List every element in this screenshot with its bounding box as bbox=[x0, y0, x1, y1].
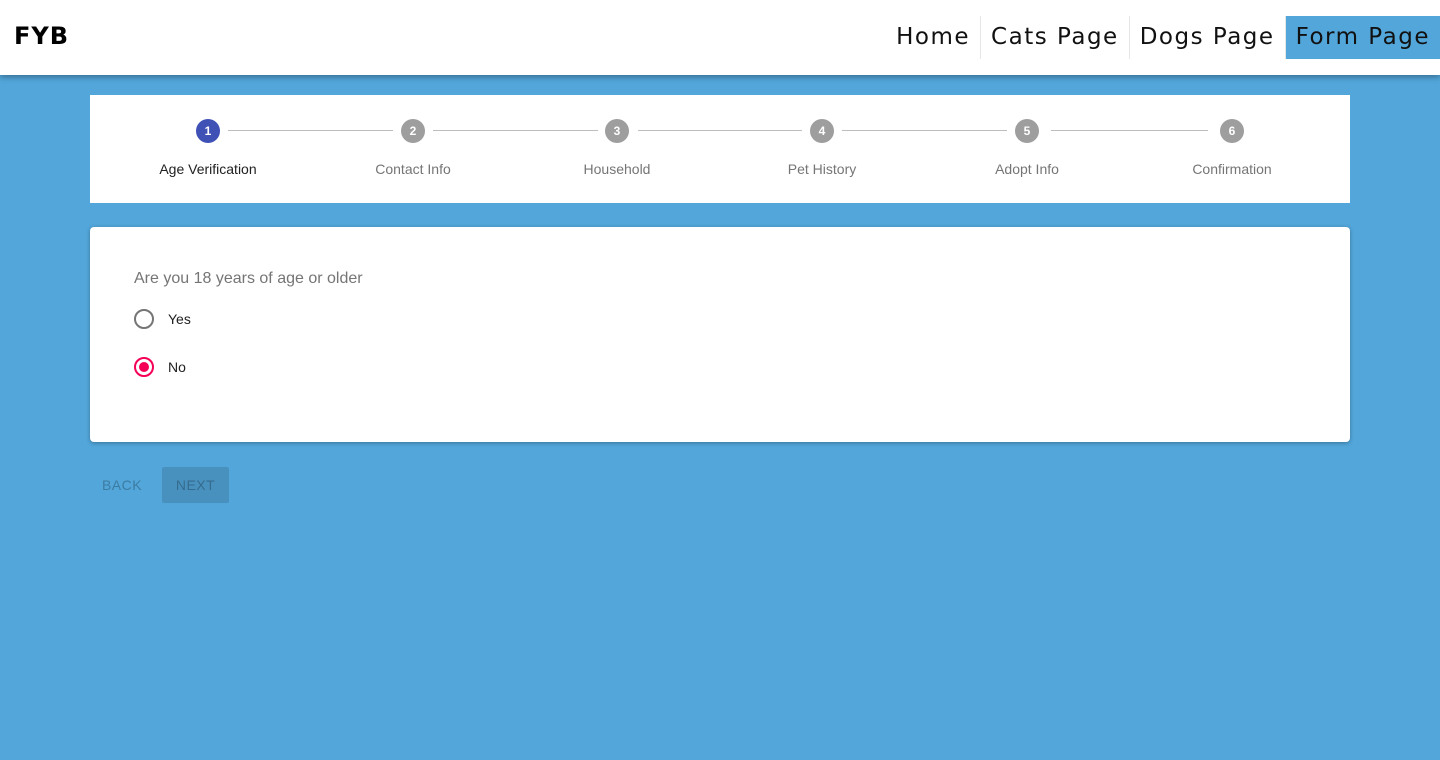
step-number-badge: 3 bbox=[605, 119, 629, 143]
step-label: Pet History bbox=[787, 161, 857, 177]
step-number-badge: 1 bbox=[196, 119, 220, 143]
step-confirmation: 6 Confirmation bbox=[1132, 95, 1332, 203]
page-background bbox=[0, 508, 1440, 760]
radio-button-no[interactable] bbox=[134, 357, 154, 377]
step-label: Age Verification bbox=[159, 161, 257, 177]
next-button[interactable]: Next bbox=[162, 467, 229, 503]
back-button[interactable]: Back bbox=[90, 467, 154, 503]
age-verification-card: Are you 18 years of age or older Yes No bbox=[90, 227, 1350, 442]
form-stepper: 1 Age Verification 2 Contact Info 3 Hous… bbox=[90, 95, 1350, 203]
step-number-badge: 4 bbox=[810, 119, 834, 143]
brand-logo[interactable]: FYB bbox=[14, 22, 69, 50]
step-number-badge: 6 bbox=[1220, 119, 1244, 143]
age-question: Are you 18 years of age or older bbox=[134, 270, 363, 287]
radio-option-no[interactable]: No bbox=[134, 355, 186, 379]
radio-button-yes[interactable] bbox=[134, 309, 154, 329]
step-label: Contact Info bbox=[375, 161, 451, 177]
nav-form-page[interactable]: Form Page bbox=[1285, 16, 1440, 59]
nav-links: Home Cats Page Dogs Page Form Page bbox=[886, 16, 1440, 59]
step-label: Confirmation bbox=[1192, 161, 1272, 177]
step-number-badge: 2 bbox=[401, 119, 425, 143]
step-number-badge: 5 bbox=[1015, 119, 1039, 143]
step-adopt-info: 5 Adopt Info bbox=[927, 95, 1127, 203]
top-navbar: FYB Home Cats Page Dogs Page Form Page bbox=[0, 0, 1440, 75]
step-age-verification: 1 Age Verification bbox=[108, 95, 308, 203]
radio-label-no[interactable]: No bbox=[168, 359, 186, 375]
step-contact-info: 2 Contact Info bbox=[313, 95, 513, 203]
nav-home[interactable]: Home bbox=[886, 16, 982, 59]
step-pet-history: 4 Pet History bbox=[722, 95, 922, 203]
step-label: Household bbox=[583, 161, 651, 177]
step-label: Adopt Info bbox=[995, 161, 1059, 177]
radio-option-yes[interactable]: Yes bbox=[134, 307, 191, 331]
nav-cats-page[interactable]: Cats Page bbox=[981, 16, 1130, 59]
nav-dogs-page[interactable]: Dogs Page bbox=[1130, 16, 1286, 59]
step-household: 3 Household bbox=[517, 95, 717, 203]
radio-label-yes[interactable]: Yes bbox=[168, 311, 191, 327]
